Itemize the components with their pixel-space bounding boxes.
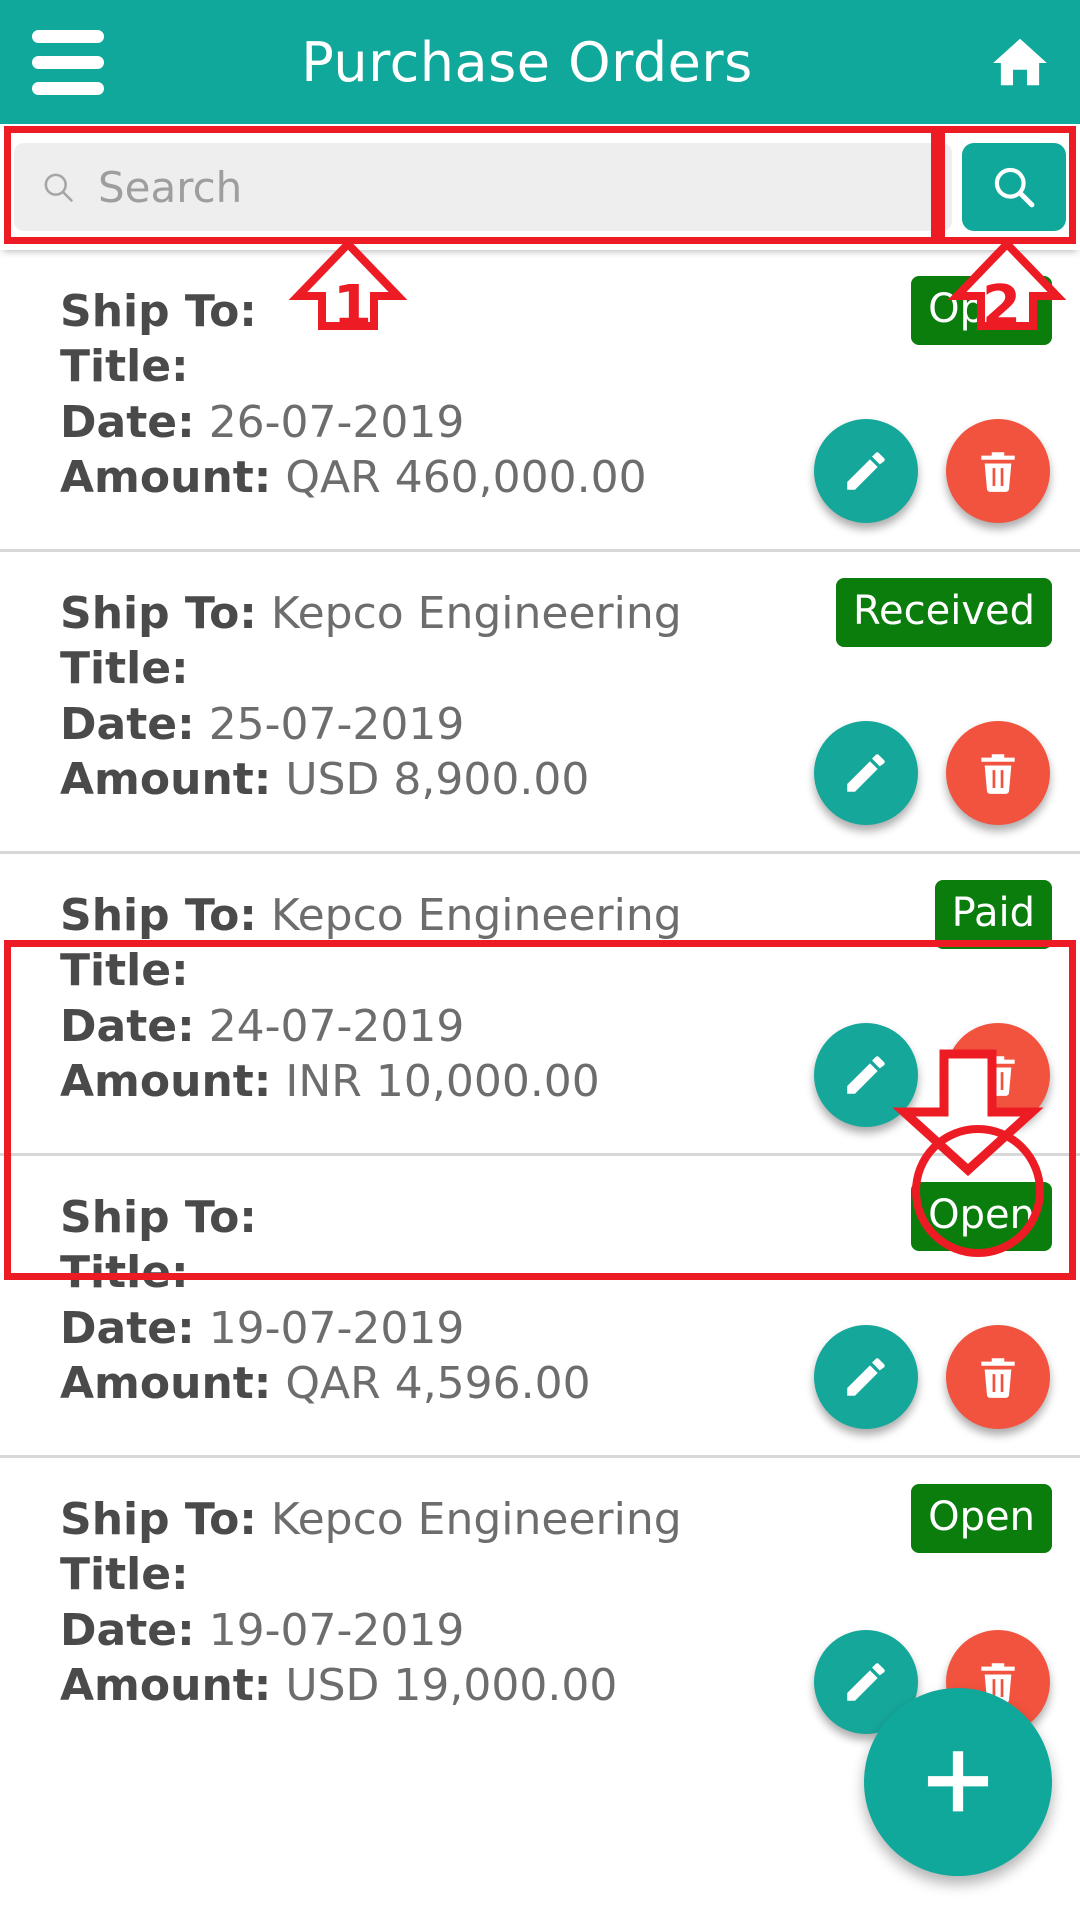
date-value: 19-07-2019 xyxy=(208,1604,465,1656)
delete-button[interactable] xyxy=(946,721,1050,825)
status-badge: Open xyxy=(911,1484,1052,1553)
edit-button[interactable] xyxy=(814,721,918,825)
date-row: Date: 24-07-2019 xyxy=(60,999,750,1054)
pencil-icon xyxy=(847,1358,885,1396)
ship-to-label: Ship To: xyxy=(60,286,257,337)
amount-label: Amount: xyxy=(60,753,272,805)
amount-label: Amount: xyxy=(60,451,272,503)
purchase-order-list: Open Ship To: Title: Date: 26-07-2019 Am… xyxy=(0,250,1080,1760)
pencil-icon xyxy=(847,1663,885,1701)
ship-to-label: Ship To: xyxy=(60,1494,257,1545)
home-icon[interactable] xyxy=(960,31,1080,93)
amount-value: USD 8,900.00 xyxy=(285,753,590,805)
table-row[interactable]: Open Ship To: Title: Date: 26-07-2019 Am… xyxy=(0,250,1080,552)
title-row: Title: xyxy=(60,1245,750,1300)
row-actions xyxy=(814,721,1050,825)
date-row: Date: 25-07-2019 xyxy=(60,697,750,752)
status-badge: Paid xyxy=(934,880,1052,949)
add-purchase-order-button[interactable] xyxy=(864,1688,1052,1876)
delete-button[interactable] xyxy=(946,1023,1050,1127)
ship-to-label: Ship To: xyxy=(60,1192,257,1243)
title-label: Title: xyxy=(60,1549,189,1601)
search-field[interactable] xyxy=(14,143,952,231)
title-label: Title: xyxy=(60,1247,189,1299)
title-label: Title: xyxy=(60,945,189,997)
amount-value: QAR 4,596.00 xyxy=(285,1357,591,1409)
trash-icon xyxy=(981,452,1015,492)
plus-icon xyxy=(927,1751,989,1812)
table-row[interactable]: Open Ship To: Title: Date: 19-07-2019 Am… xyxy=(0,1156,1080,1458)
date-label: Date: xyxy=(60,1302,195,1354)
trash-icon xyxy=(981,1056,1015,1096)
date-value: 26-07-2019 xyxy=(208,396,465,448)
trash-icon xyxy=(981,754,1015,794)
amount-row: Amount: QAR 4,596.00 xyxy=(60,1356,750,1411)
delete-button[interactable] xyxy=(946,1325,1050,1429)
app-bar: Purchase Orders xyxy=(0,0,1080,124)
ship-to-row: Ship To: xyxy=(60,1190,750,1245)
date-value: 25-07-2019 xyxy=(208,698,465,750)
search-icon xyxy=(994,167,1035,208)
edit-button[interactable] xyxy=(814,1023,918,1127)
amount-value: INR 10,000.00 xyxy=(285,1055,600,1107)
amount-label: Amount: xyxy=(60,1357,272,1409)
date-value: 24-07-2019 xyxy=(208,1000,465,1052)
page-title: Purchase Orders xyxy=(301,30,753,94)
amount-row: Amount: USD 19,000.00 xyxy=(60,1658,750,1713)
date-value: 19-07-2019 xyxy=(208,1302,465,1354)
edit-button[interactable] xyxy=(814,419,918,523)
date-row: Date: 19-07-2019 xyxy=(60,1603,750,1658)
date-row: Date: 26-07-2019 xyxy=(60,395,750,450)
ship-to-row: Ship To: Kepco Engineering xyxy=(60,888,750,943)
amount-row: Amount: INR 10,000.00 xyxy=(60,1054,750,1109)
ship-to-value: Kepco Engineering xyxy=(270,890,682,941)
row-actions xyxy=(814,1325,1050,1429)
amount-label: Amount: xyxy=(60,1659,272,1711)
edit-button[interactable] xyxy=(814,1325,918,1429)
ship-to-row: Ship To: xyxy=(60,284,750,339)
ship-to-row: Ship To: Kepco Engineering xyxy=(60,586,750,641)
date-label: Date: xyxy=(60,698,195,750)
search-bar xyxy=(0,124,1080,250)
ship-to-label: Ship To: xyxy=(60,588,257,639)
amount-value: QAR 460,000.00 xyxy=(285,451,647,503)
ship-to-row: Ship To: Kepco Engineering xyxy=(60,1492,750,1547)
ship-to-value: Kepco Engineering xyxy=(270,1494,682,1545)
pencil-icon xyxy=(847,452,885,490)
status-badge: Received xyxy=(836,578,1052,647)
ship-to-label: Ship To: xyxy=(60,890,257,941)
delete-button[interactable] xyxy=(946,419,1050,523)
table-row[interactable]: Paid Ship To: Kepco Engineering Title: D… xyxy=(0,854,1080,1156)
amount-value: USD 19,000.00 xyxy=(285,1659,618,1711)
date-label: Date: xyxy=(60,1604,195,1656)
row-actions xyxy=(814,1023,1050,1127)
title-row: Title: xyxy=(60,339,750,394)
pencil-icon xyxy=(847,1056,885,1094)
title-row: Title: xyxy=(60,641,750,696)
trash-icon xyxy=(981,1358,1015,1398)
date-label: Date: xyxy=(60,396,195,448)
search-button[interactable] xyxy=(962,143,1066,231)
amount-row: Amount: QAR 460,000.00 xyxy=(60,450,750,505)
row-actions xyxy=(814,419,1050,523)
title-label: Title: xyxy=(60,643,189,695)
amount-row: Amount: USD 8,900.00 xyxy=(60,752,750,807)
pencil-icon xyxy=(847,754,885,792)
search-input[interactable] xyxy=(98,162,926,212)
date-row: Date: 19-07-2019 xyxy=(60,1301,750,1356)
title-row: Title: xyxy=(60,943,750,998)
title-row: Title: xyxy=(60,1547,750,1602)
search-icon xyxy=(44,173,73,202)
table-row[interactable]: Received Ship To: Kepco Engineering Titl… xyxy=(0,552,1080,854)
title-label: Title: xyxy=(60,341,189,393)
status-badge: Open xyxy=(911,1182,1052,1251)
amount-label: Amount: xyxy=(60,1055,272,1107)
status-badge: Open xyxy=(911,276,1052,345)
ship-to-value: Kepco Engineering xyxy=(270,588,682,639)
date-label: Date: xyxy=(60,1000,195,1052)
